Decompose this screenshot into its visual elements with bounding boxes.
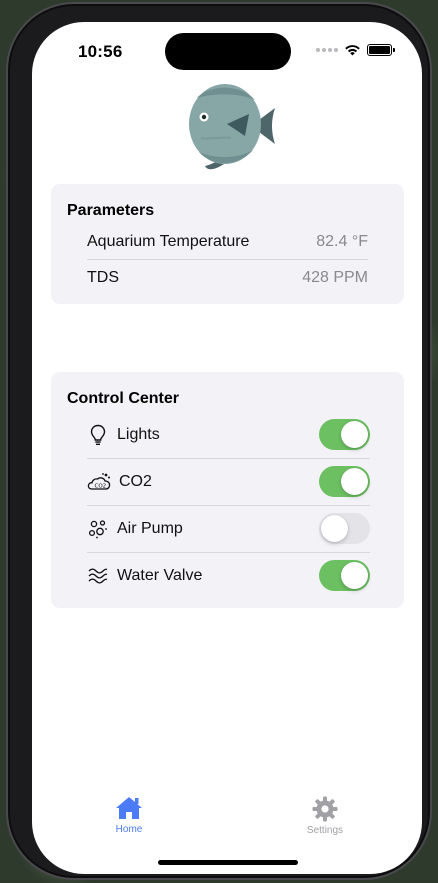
control-row-water-valve: Water Valve — [87, 552, 370, 599]
control-row-co2: CO2 CO2 — [87, 458, 370, 505]
battery-icon — [367, 44, 395, 56]
control-row-lights: Lights — [87, 411, 370, 458]
control-label-co2: CO2 — [119, 472, 152, 490]
cellular-signal-icon — [316, 48, 338, 52]
parameters-title: Parameters — [67, 202, 155, 219]
control-label-water-valve: Water Valve — [117, 566, 203, 584]
tab-bar: Home Settings — [32, 792, 422, 852]
status-bar: 10:56 — [32, 22, 422, 76]
air-pump-toggle[interactable] — [319, 513, 370, 544]
status-icons — [316, 44, 395, 56]
control-center-title: Control Center — [67, 390, 179, 407]
parameters-card: Parameters Aquarium Temperature 82.4 °F … — [51, 184, 404, 304]
tab-settings[interactable]: Settings — [285, 796, 365, 836]
param-row-temperature: Aquarium Temperature 82.4 °F — [87, 224, 368, 260]
control-row-air-pump: Air Pump — [87, 505, 370, 552]
param-value: 428 PPM — [302, 269, 368, 286]
control-label-air-pump: Air Pump — [117, 519, 183, 537]
dynamic-island — [165, 33, 291, 70]
tab-home[interactable]: Home — [89, 795, 169, 835]
gear-icon — [312, 796, 338, 822]
lights-toggle[interactable] — [319, 419, 370, 450]
param-row-tds: TDS 428 PPM — [87, 260, 368, 296]
status-time: 10:56 — [78, 42, 123, 61]
param-label: Aquarium Temperature — [87, 233, 250, 250]
lightbulb-icon — [87, 424, 109, 446]
tab-settings-label: Settings — [306, 825, 344, 836]
co2-cloud-icon: CO2 — [87, 471, 111, 493]
wifi-icon — [345, 45, 360, 56]
home-indicator[interactable] — [158, 860, 298, 865]
param-label: TDS — [87, 269, 119, 286]
bubbles-icon — [87, 518, 109, 540]
app-screen: 10:56 Parameters Aquarium Temperature 82… — [32, 22, 422, 874]
discus-fish-icon — [189, 84, 275, 170]
tab-home-label: Home — [115, 824, 143, 835]
house-icon — [116, 797, 142, 819]
co2-toggle[interactable] — [319, 466, 370, 497]
control-center-card: Control Center Lights CO2 CO2 Air Pump W… — [51, 372, 404, 608]
water-waves-icon — [87, 565, 109, 587]
control-label-lights: Lights — [117, 425, 160, 443]
svg-text:CO2: CO2 — [95, 483, 107, 489]
phone-frame: 10:56 Parameters Aquarium Temperature 82… — [6, 2, 432, 880]
water-valve-toggle[interactable] — [319, 560, 370, 591]
param-value: 82.4 °F — [316, 233, 368, 250]
